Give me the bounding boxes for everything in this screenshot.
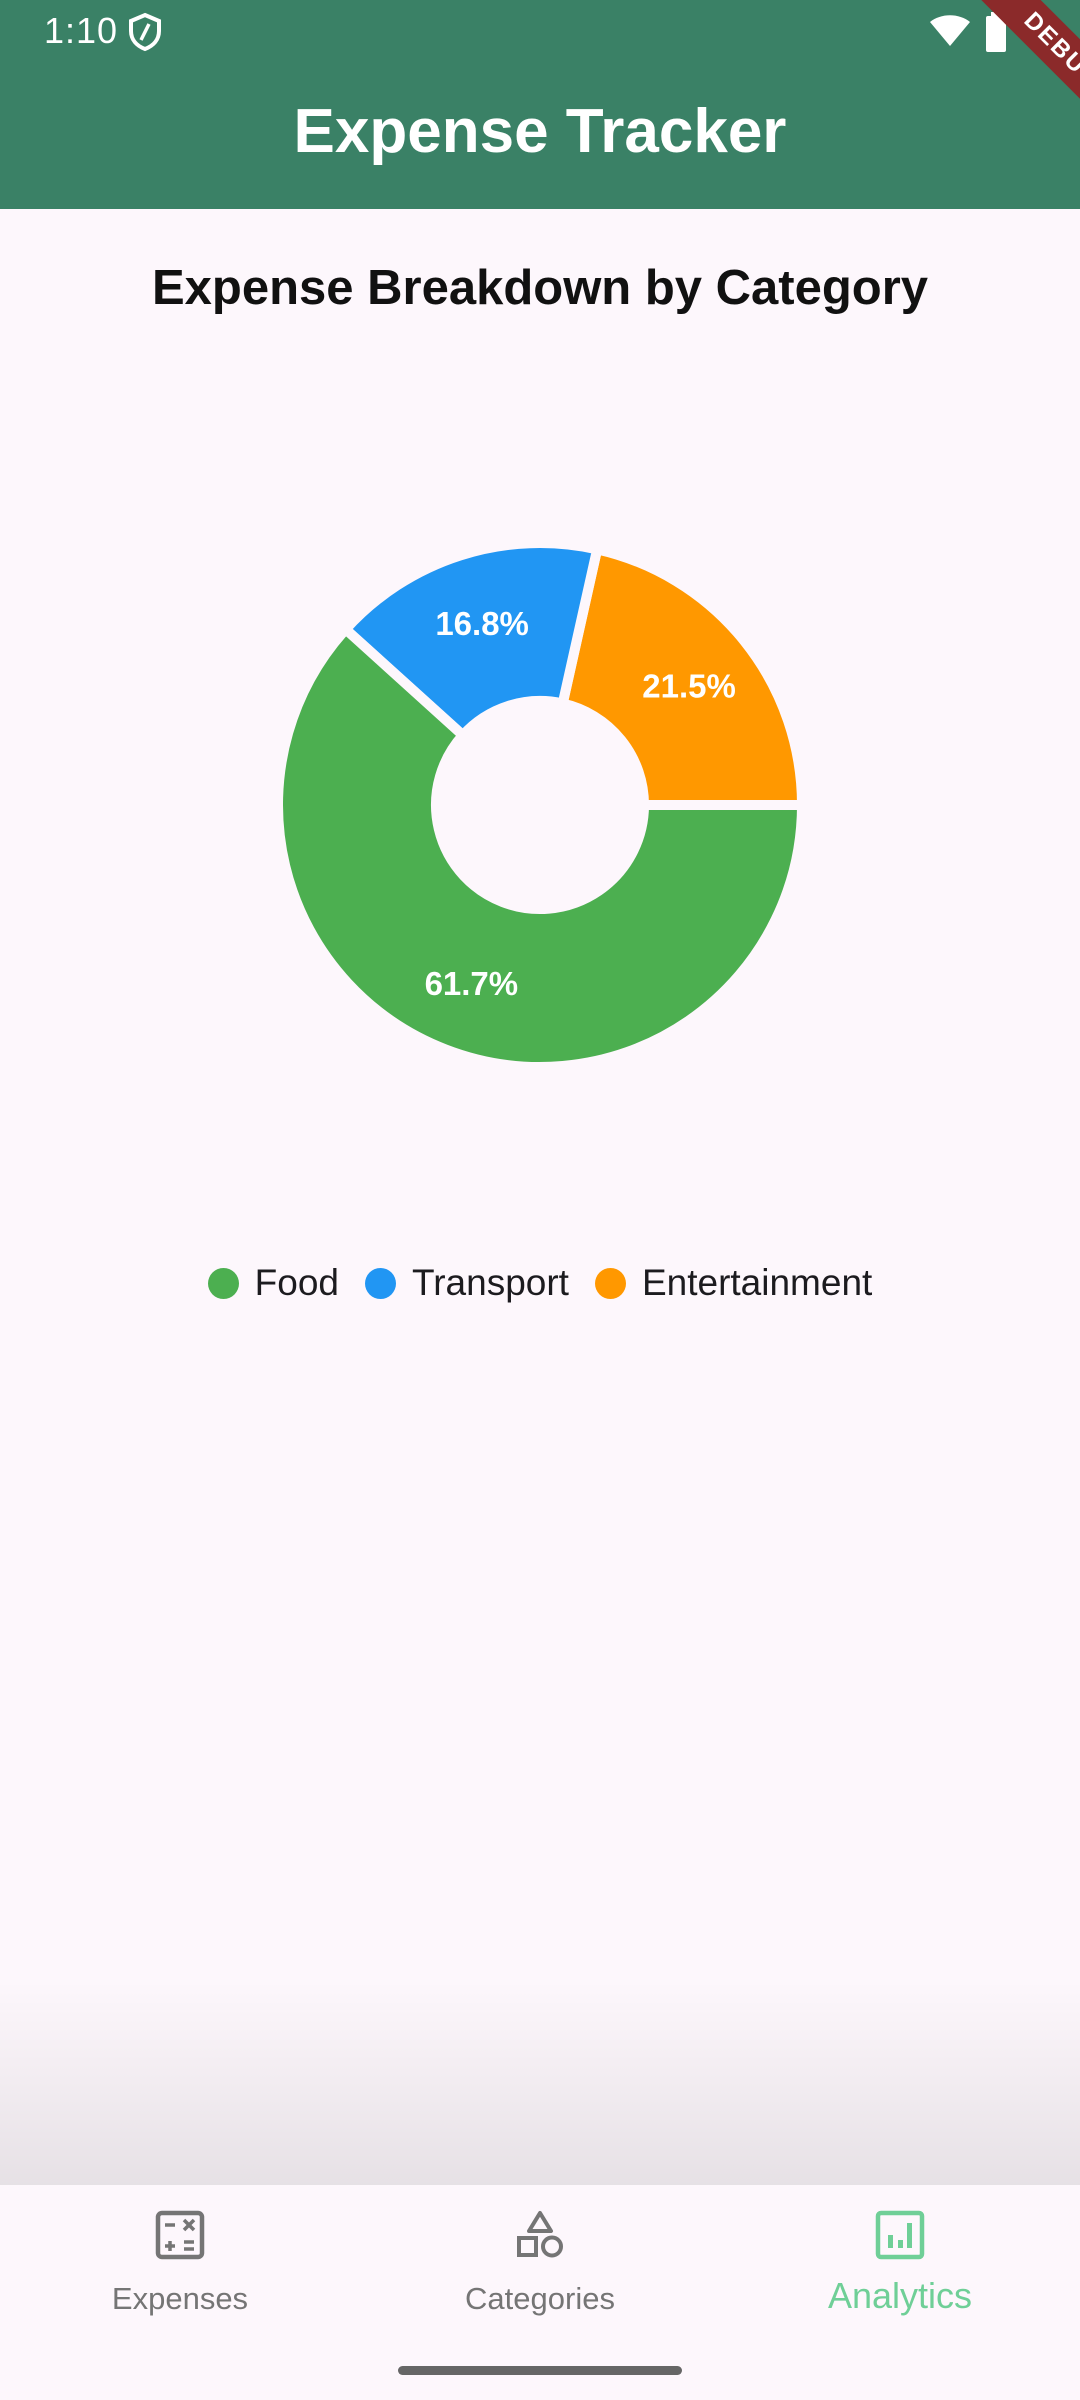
shield-icon <box>129 12 161 52</box>
status-time: 1:10 <box>44 10 119 51</box>
shapes-icon <box>517 2211 563 2258</box>
legend-swatch <box>207 1267 239 1299</box>
legend-label: Transport <box>412 1262 569 1303</box>
home-indicator[interactable] <box>398 2366 682 2375</box>
nav-shadow <box>0 1980 1080 2185</box>
wifi-icon <box>930 15 970 46</box>
legend-item-entertainment: Entertainment <box>594 1262 873 1304</box>
app-title: Expense Tracker <box>293 97 787 166</box>
analytics-icon <box>875 2210 925 2260</box>
donut-chart: 21.5% 16.8% 61.7% <box>273 538 808 1072</box>
calculator-icon <box>155 2210 205 2260</box>
nav-item-expenses[interactable]: Expenses <box>0 2185 360 2400</box>
legend-item-transport: Transport <box>365 1262 569 1304</box>
legend-item-food: Food <box>207 1262 339 1304</box>
nav-label-categories: Categories <box>465 2281 615 2316</box>
nav-label-expenses: Expenses <box>111 2281 249 2316</box>
slice-label-food: 61.7% <box>425 965 519 1002</box>
legend-label: Entertainment <box>641 1262 873 1303</box>
legend-label: Food <box>254 1262 339 1303</box>
legend-swatch <box>365 1267 396 1299</box>
nav-label-analytics: Analytics <box>827 2275 973 2316</box>
legend-swatch <box>594 1267 626 1299</box>
slice-label-entertainment: 21.5% <box>642 668 736 705</box>
slice-label-transport: 16.8% <box>435 605 529 642</box>
chart-legend: Food Transport Entertainment <box>0 1262 1080 1304</box>
nav-item-analytics[interactable]: Analytics <box>720 2185 1080 2400</box>
app-bar: 1:10 Expense Tracker DEBUG <box>0 0 1080 209</box>
chart-title: Expense Breakdown by Category <box>151 261 929 315</box>
battery-icon <box>986 12 1006 52</box>
